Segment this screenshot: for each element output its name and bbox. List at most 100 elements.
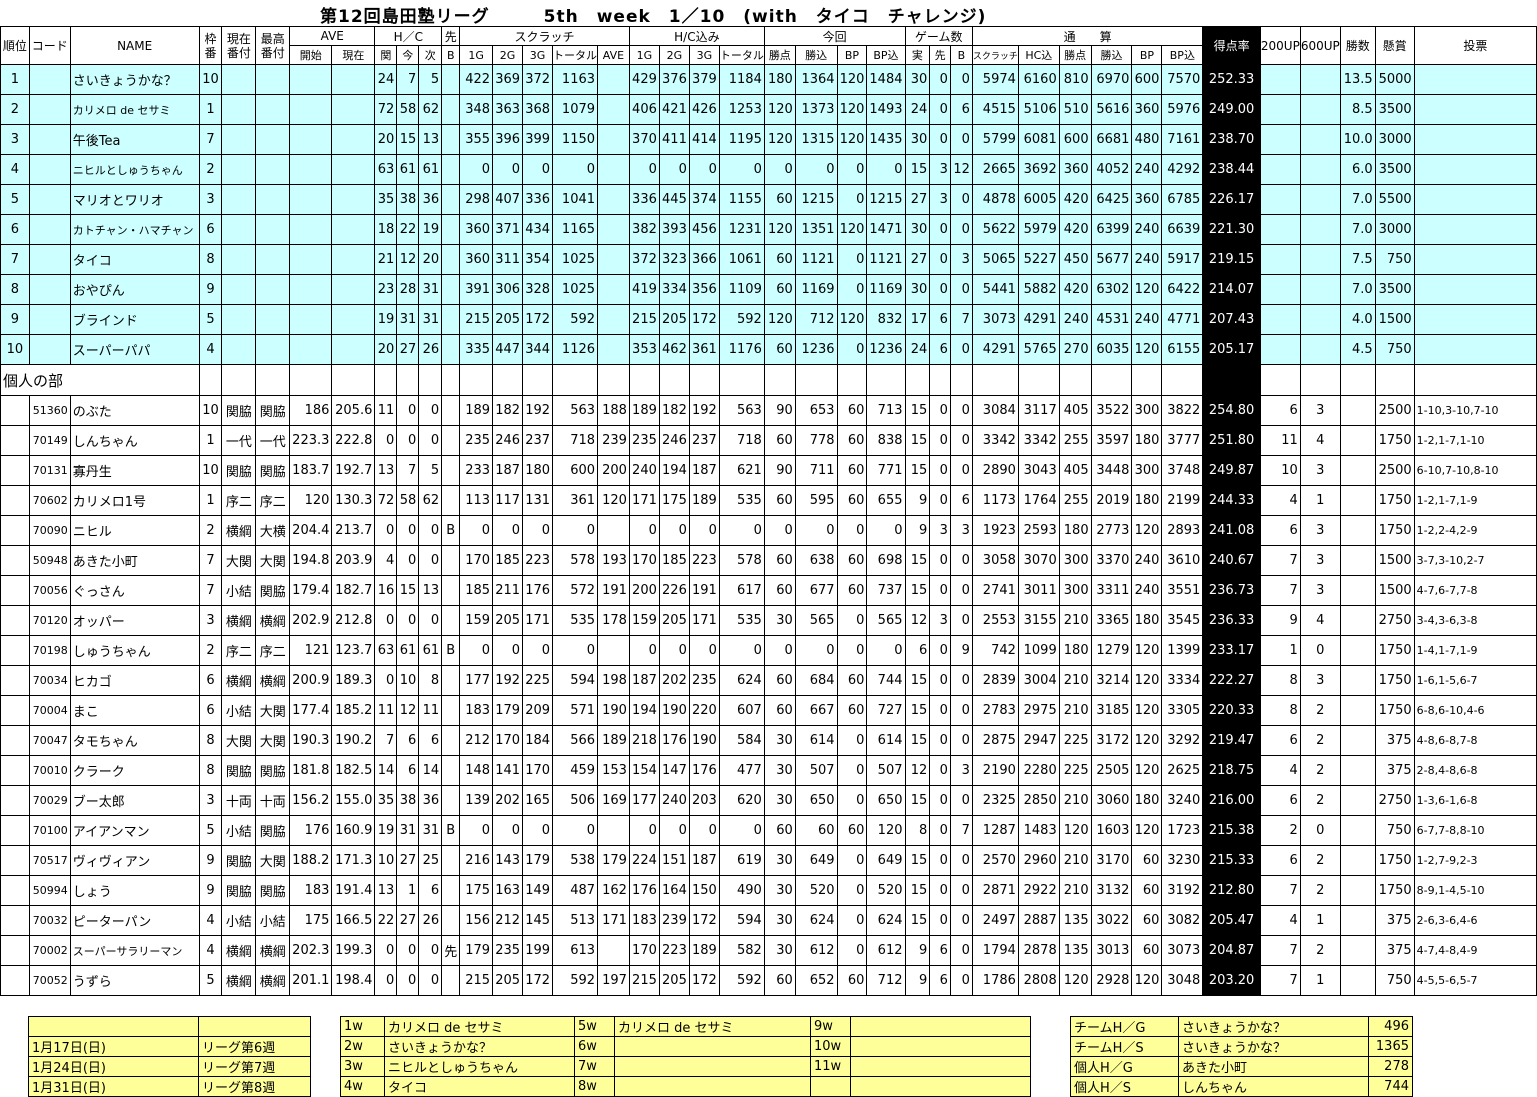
games-cell: 15 xyxy=(904,545,931,576)
subhdr-24: 勝点 xyxy=(1058,45,1092,65)
total-cell: 4878 xyxy=(971,184,1019,215)
scratch-cell: 566 xyxy=(552,725,599,756)
total-cell: 2783 xyxy=(971,695,1019,726)
scratch-cell: 139 xyxy=(459,785,494,816)
total-cell: 120 xyxy=(1131,725,1163,756)
total-cell: 1279 xyxy=(1090,635,1133,666)
this-time-cell: 1236 xyxy=(866,334,906,365)
scratch-cell: 306 xyxy=(492,274,524,305)
rank-cell xyxy=(0,455,30,486)
scratch-cell: 148 xyxy=(459,755,494,786)
wins-cell xyxy=(1339,545,1376,576)
hc-cell: 13 xyxy=(374,875,398,906)
hc-incl-cell: 237 xyxy=(688,425,720,456)
hc-cell: 0 xyxy=(396,395,420,426)
hc-incl-cell: 235 xyxy=(688,665,720,696)
hc-cell xyxy=(441,274,461,305)
scratch-cell: 171 xyxy=(522,605,554,636)
total-cell: 3240 xyxy=(1161,785,1204,816)
up200-cell xyxy=(1259,94,1301,125)
name-cell: クラーク xyxy=(69,755,200,786)
this-time-cell: 0 xyxy=(836,905,868,936)
blank-cell xyxy=(658,364,690,396)
hc-cell: B xyxy=(441,635,461,666)
hdr-hc: H／C xyxy=(374,26,443,46)
ave-start-cell xyxy=(289,244,333,275)
this-time-cell: 30 xyxy=(763,935,796,966)
hc-incl-cell: 353 xyxy=(628,334,660,365)
current-rank-cell: 小結 xyxy=(221,695,257,726)
wins-cell xyxy=(1339,785,1376,816)
total-cell: 1099 xyxy=(1017,635,1060,666)
hc-cell: 0 xyxy=(418,425,443,456)
total-cell: 300 xyxy=(1058,545,1092,576)
this-time-cell: 0 xyxy=(763,154,796,185)
schedule-event: リーグ第8週 xyxy=(198,1076,311,1097)
scratch-cell: 188 xyxy=(597,395,630,426)
total-cell: 360 xyxy=(1131,94,1163,125)
blank-cell xyxy=(1202,364,1261,396)
total-cell: 300 xyxy=(1131,455,1163,486)
waku-cell: 3 xyxy=(198,785,223,816)
scratch-cell: 176 xyxy=(522,575,554,606)
hc-cell xyxy=(441,545,461,576)
hc-cell: 7 xyxy=(396,64,420,95)
schedule-row: 1月24日(日) リーグ第7週 xyxy=(28,1056,311,1077)
scratch-cell: 185 xyxy=(459,575,494,606)
hdr-vote: 投票 xyxy=(1413,26,1537,65)
this-time-cell: 0 xyxy=(794,635,838,666)
subhdr-1: 現在 xyxy=(331,45,376,65)
this-time-cell: 1493 xyxy=(866,94,906,125)
hc-incl-cell: 456 xyxy=(688,214,720,245)
wins-cell xyxy=(1339,575,1376,606)
schedule-row: 1月17日(日) リーグ第6週 xyxy=(28,1036,311,1057)
scratch-cell: 434 xyxy=(522,214,554,245)
scratch-cell: 197 xyxy=(597,965,630,996)
scratch-cell: 0 xyxy=(459,635,494,666)
code-cell xyxy=(28,154,71,185)
code-cell xyxy=(28,94,71,125)
total-cell: 255 xyxy=(1058,425,1092,456)
code-cell: 70010 xyxy=(28,755,71,786)
this-time-cell: 60 xyxy=(763,575,796,606)
hc-cell: 61 xyxy=(418,635,443,666)
waku-cell: 4 xyxy=(198,334,223,365)
up200-cell: 9 xyxy=(1259,605,1301,636)
this-time-cell: 624 xyxy=(794,905,838,936)
name-cell: ピーターパン xyxy=(69,905,200,936)
total-cell: 1794 xyxy=(971,935,1019,966)
hc-cell: 10 xyxy=(374,845,398,876)
code-cell: 70052 xyxy=(28,965,71,996)
total-cell: 3022 xyxy=(1090,905,1133,936)
subhdr-4: 次 xyxy=(418,45,443,65)
scratch-cell: 718 xyxy=(552,425,599,456)
this-time-cell: 565 xyxy=(794,605,838,636)
this-time-cell: 0 xyxy=(836,334,868,365)
name-cell: おやぴん xyxy=(69,274,200,305)
week-winner: カリメロ de セサミ xyxy=(384,1016,575,1037)
scratch-cell: 162 xyxy=(597,875,630,906)
blank-cell xyxy=(396,364,420,396)
scratch-cell: 191 xyxy=(597,575,630,606)
games-cell: 0 xyxy=(949,725,973,756)
up200-cell: 7 xyxy=(1259,545,1301,576)
games-cell: 3 xyxy=(949,244,973,275)
scratch-cell xyxy=(597,815,630,846)
this-time-cell: 612 xyxy=(794,935,838,966)
hc-incl-cell: 419 xyxy=(628,274,660,305)
record-value: 496 xyxy=(1368,1016,1413,1037)
total-cell: 3551 xyxy=(1161,575,1204,606)
scratch-cell: 159 xyxy=(459,605,494,636)
scratch-cell: 396 xyxy=(492,124,524,155)
total-cell: 2947 xyxy=(1017,725,1060,756)
games-cell: 9 xyxy=(904,935,931,966)
hc-cell xyxy=(441,605,461,636)
score-rate-cell: 219.15 xyxy=(1202,244,1261,275)
scratch-cell: 355 xyxy=(459,124,494,155)
current-rank-cell: 一代 xyxy=(221,425,257,456)
wins-cell xyxy=(1339,905,1376,936)
standings-table: 順位 コード NAME 枠番 現在番付 最高番付 AVE H／C 先 スクラッチ… xyxy=(0,26,1537,996)
games-cell: 3 xyxy=(949,755,973,786)
blank-cell xyxy=(28,1016,199,1037)
current-rank-cell: 横綱 xyxy=(221,965,257,996)
